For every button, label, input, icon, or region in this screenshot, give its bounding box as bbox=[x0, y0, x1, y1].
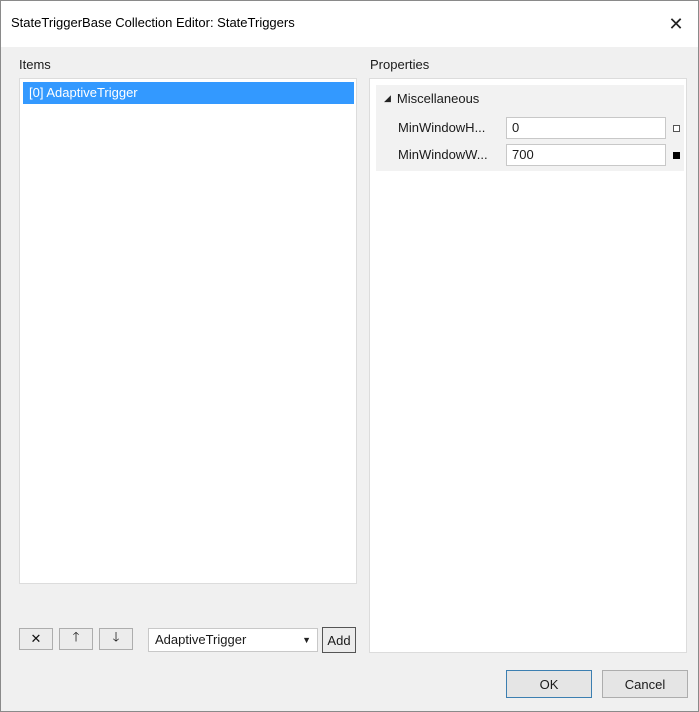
property-grid: ◢ Miscellaneous MinWindowH... 0 MinWindo… bbox=[369, 78, 687, 653]
arrow-down-icon: 🡓 bbox=[112, 629, 120, 644]
remove-item-button[interactable]: ✕ bbox=[19, 628, 53, 650]
collection-editor-dialog: StateTriggerBase Collection Editor: Stat… bbox=[0, 0, 699, 712]
category-header[interactable]: ◢ Miscellaneous bbox=[384, 91, 479, 106]
collapse-triangle-icon[interactable]: ◢ bbox=[384, 93, 391, 104]
properties-label: Properties bbox=[370, 57, 430, 72]
title-bar: StateTriggerBase Collection Editor: Stat… bbox=[1, 1, 698, 47]
item-type-value: AdaptiveTrigger bbox=[155, 632, 247, 647]
list-item-adaptive-trigger[interactable]: [0] AdaptiveTrigger bbox=[23, 82, 354, 104]
items-label: Items bbox=[19, 57, 51, 72]
move-up-button[interactable]: 🡑 bbox=[59, 628, 93, 650]
category-miscellaneous: ◢ Miscellaneous MinWindowH... 0 MinWindo… bbox=[376, 85, 684, 171]
close-icon: ✕ bbox=[668, 13, 684, 34]
window-title: StateTriggerBase Collection Editor: Stat… bbox=[11, 15, 295, 30]
dropdown-arrow-icon[interactable]: ▼ bbox=[302, 629, 311, 651]
arrow-up-icon: 🡑 bbox=[72, 629, 80, 644]
items-list[interactable]: [0] AdaptiveTrigger bbox=[19, 78, 357, 584]
ok-button[interactable]: OK bbox=[506, 670, 592, 698]
property-value-minwindowwidth[interactable]: 700 bbox=[506, 144, 666, 166]
property-value-minwindowheight[interactable]: 0 bbox=[506, 117, 666, 139]
category-name: Miscellaneous bbox=[396, 91, 480, 106]
cancel-button[interactable]: Cancel bbox=[602, 670, 688, 698]
item-type-combobox[interactable]: AdaptiveTrigger ▼ bbox=[148, 628, 318, 652]
close-button[interactable]: ✕ bbox=[654, 1, 698, 47]
property-name-minwindowheight: MinWindowH... bbox=[398, 120, 486, 135]
property-marker-default-icon[interactable] bbox=[673, 125, 680, 132]
remove-icon: ✕ bbox=[30, 631, 42, 646]
property-name-minwindowwidth: MinWindowW... bbox=[398, 147, 488, 162]
add-button[interactable]: Add bbox=[322, 627, 356, 653]
property-marker-set-icon[interactable] bbox=[673, 152, 680, 159]
move-down-button[interactable]: 🡓 bbox=[99, 628, 133, 650]
